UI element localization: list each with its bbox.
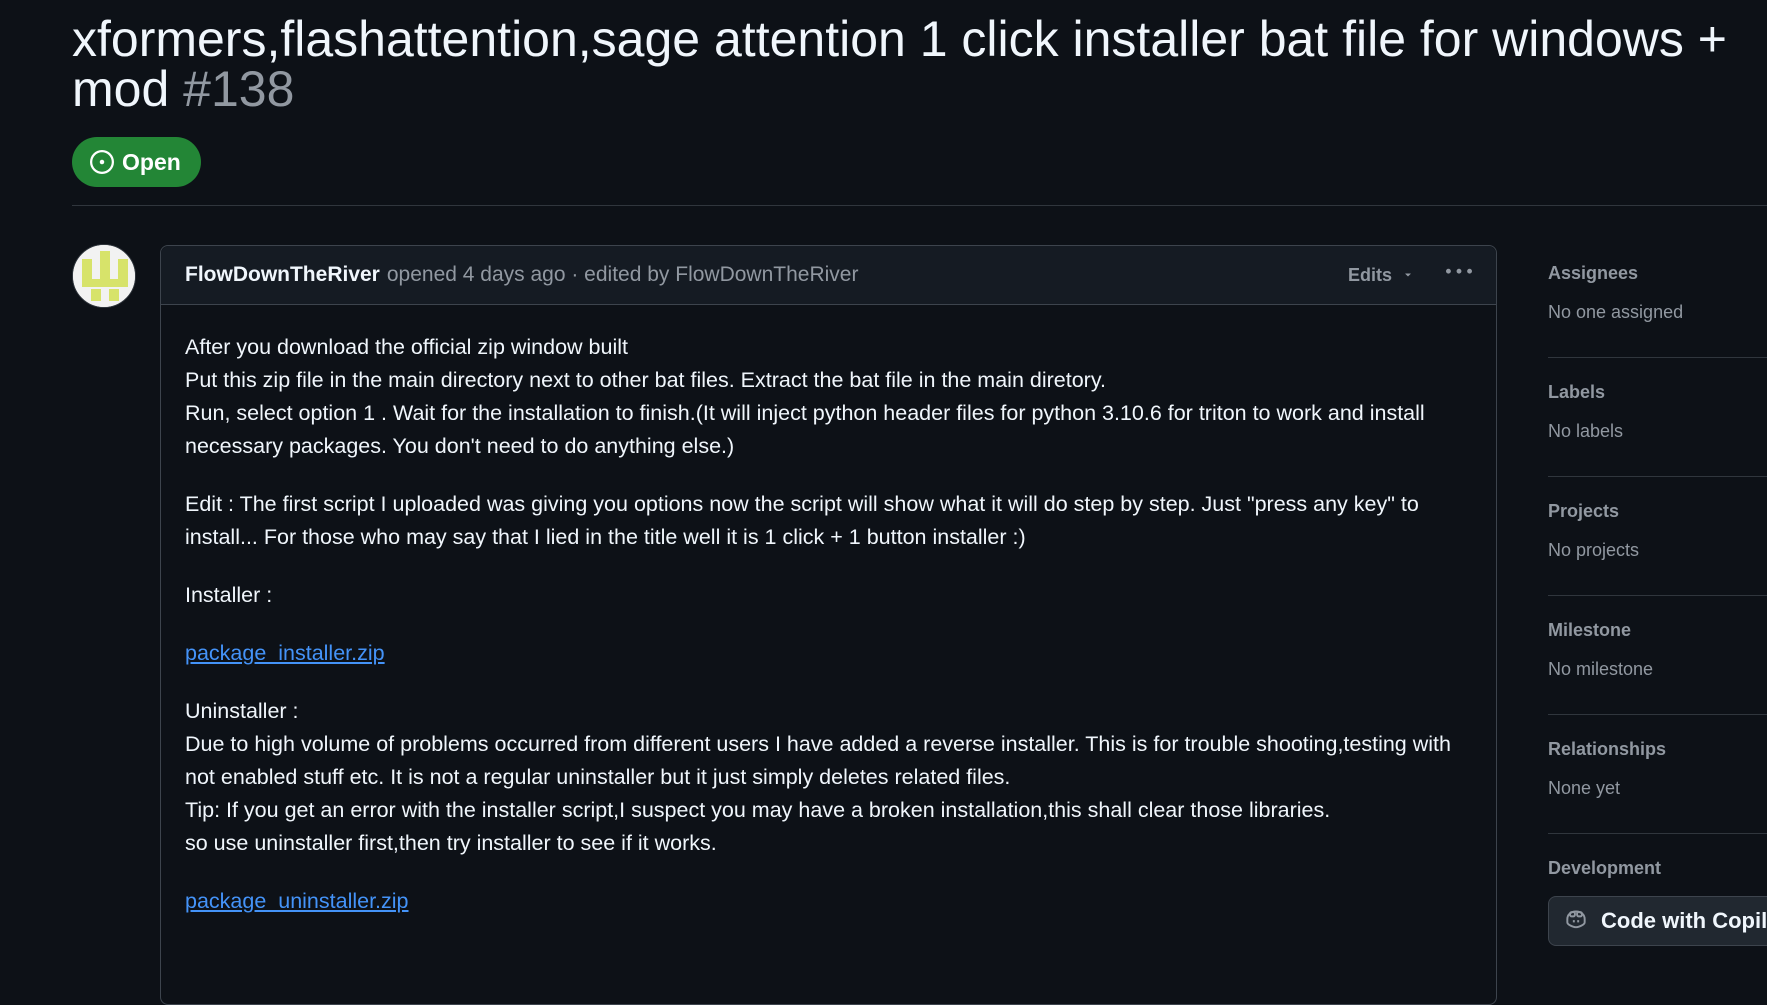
installer-label: Installer :	[185, 583, 273, 607]
uninstaller-tip: Tip: If you get an error with the instal…	[185, 798, 1331, 822]
uninstaller-description: Due to high volume of problems occurred …	[185, 732, 1451, 789]
copilot-button-label: Code with Copilot Agent Mode	[1601, 908, 1767, 933]
labels-value: No labels	[1548, 421, 1624, 441]
kebab-horizontal-icon	[1446, 259, 1472, 291]
triangle-down-icon	[1402, 265, 1414, 286]
issue-opened-icon	[90, 150, 114, 174]
author-avatar[interactable]	[72, 244, 136, 308]
issue-state-badge: Open	[72, 137, 201, 187]
body-paragraph-intro: After you download the official zip wind…	[185, 331, 1472, 463]
assignees-value: No one assigned	[1548, 302, 1684, 322]
uninstaller-tip-2: so use uninstaller first,then try instal…	[185, 831, 717, 855]
body-line-1: After you download the official zip wind…	[185, 335, 628, 359]
issue-number: #138	[183, 61, 295, 117]
uninstaller-download-link[interactable]: package_uninstaller.zip	[185, 889, 409, 913]
labels-heading[interactable]: Labels	[1548, 382, 1767, 402]
uninstaller-label: Uninstaller :	[185, 699, 299, 723]
sidebar-milestone: Milestone No milestone	[1548, 620, 1767, 715]
milestone-heading[interactable]: Milestone	[1548, 620, 1767, 640]
relationships-value: None yet	[1548, 778, 1621, 798]
body-paragraph-uninstaller: Uninstaller : Due to high volume of prob…	[185, 695, 1472, 860]
assignees-heading[interactable]: Assignees	[1548, 263, 1767, 283]
body-edit-note: Edit : The first script I uploaded was g…	[185, 492, 1419, 549]
relationships-heading[interactable]: Relationships	[1548, 739, 1767, 759]
issue-title: xformers,flashattention,sage attention 1…	[72, 14, 1767, 114]
edits-dropdown-button[interactable]: Edits	[1348, 246, 1414, 304]
edits-label: Edits	[1347, 264, 1392, 285]
comment-options-button[interactable]	[1446, 246, 1472, 304]
milestone-value: No milestone	[1548, 659, 1654, 679]
sidebar-relationships: Relationships None yet	[1548, 739, 1767, 834]
comment-author-link[interactable]: FlowDownTheRiver	[185, 263, 380, 287]
copilot-icon	[1563, 905, 1589, 937]
issue-state-label: Open	[122, 148, 181, 175]
issue-comment: FlowDownTheRiver opened 4 days ago · edi…	[160, 245, 1497, 1005]
body-line-3: Run, select option 1 . Wait for the inst…	[185, 401, 1425, 458]
projects-heading[interactable]: Projects	[1548, 501, 1767, 521]
header-divider	[72, 205, 1767, 206]
comment-body: After you download the official zip wind…	[161, 305, 1496, 918]
comment-meta: opened 4 days ago · edited by FlowDownTh…	[386, 263, 859, 286]
body-line-2: Put this zip file in the main directory …	[185, 368, 1106, 392]
sidebar-labels: Labels No labels	[1548, 382, 1767, 477]
issue-sidebar: Assignees No one assigned Labels No labe…	[1548, 244, 1767, 977]
sidebar-development: Development Code with Copilot Agent Mode	[1548, 858, 1767, 953]
projects-value: No projects	[1548, 540, 1640, 560]
sidebar-assignees: Assignees No one assigned	[1548, 263, 1767, 358]
installer-download-link[interactable]: package_installer.zip	[185, 641, 385, 665]
development-heading[interactable]: Development	[1548, 858, 1767, 878]
code-with-copilot-button[interactable]: Code with Copilot Agent Mode	[1548, 896, 1767, 946]
sidebar-projects: Projects No projects	[1548, 501, 1767, 596]
issue-title-text: xformers,flashattention,sage attention 1…	[72, 11, 1727, 117]
comment-header: FlowDownTheRiver opened 4 days ago · edi…	[161, 246, 1496, 305]
